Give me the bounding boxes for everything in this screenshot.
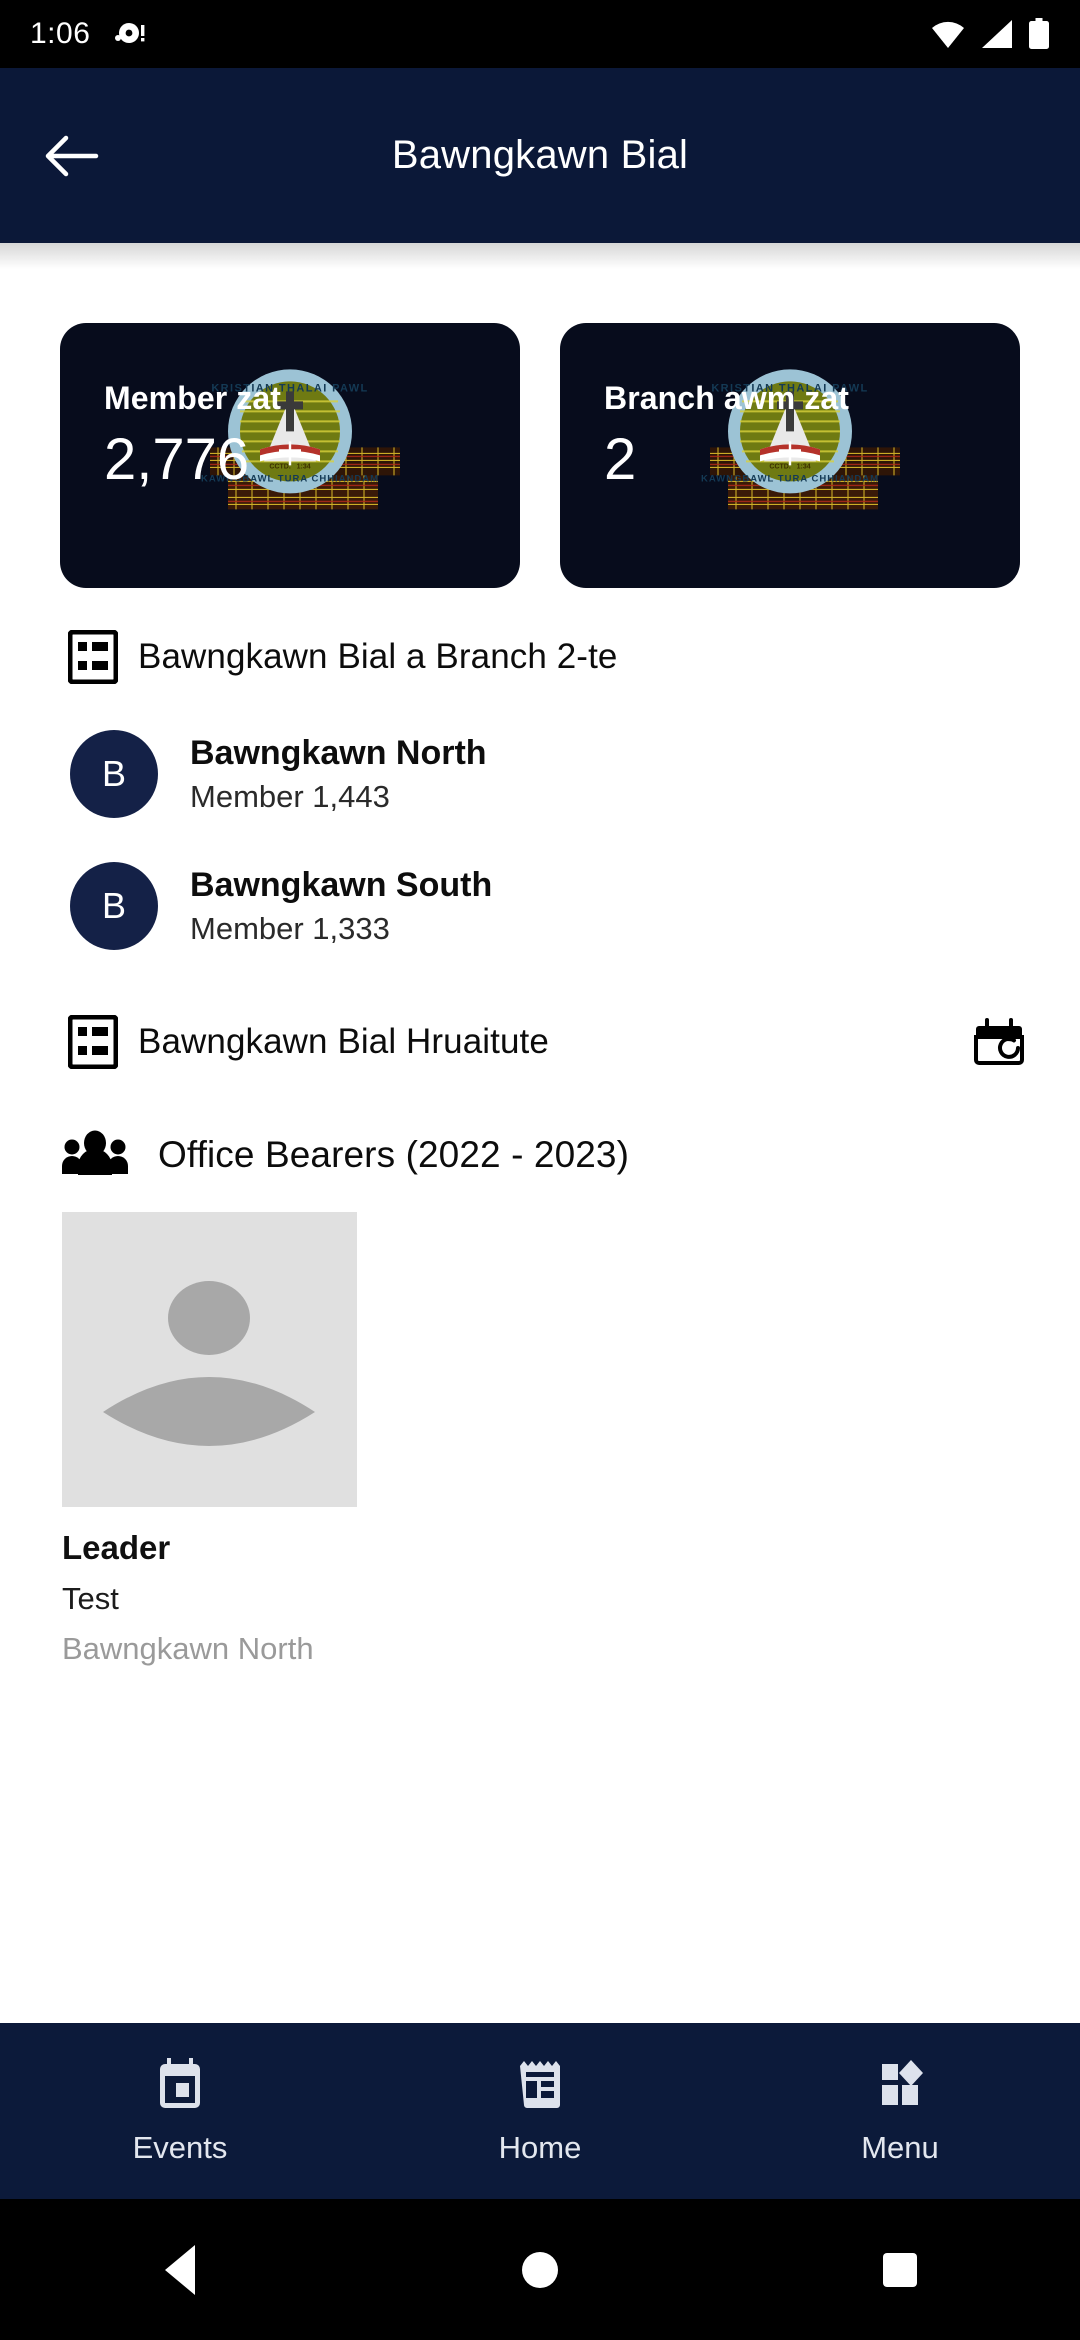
calendar-events-icon	[160, 2058, 200, 2108]
phone-screen: 1:06 Bawngkawn Bial KRISTIAN THALAI PAWL…	[0, 0, 1080, 2340]
cellular-signal-icon	[982, 20, 1012, 48]
bearer-name: Test	[62, 1581, 119, 1616]
dashboard-home-icon	[520, 2061, 560, 2108]
nav-item-events[interactable]: Events	[0, 2023, 360, 2199]
stat-label: Branch awm zat	[604, 380, 850, 416]
nav-label: Home	[498, 2130, 582, 2165]
content-scroll-area[interactable]: KRISTIAN THALAI PAWL KAWNGBAWL TURA CHHI…	[0, 243, 1080, 2023]
status-notification-icons	[112, 17, 146, 51]
circle-home-icon	[522, 2251, 558, 2288]
stat-card-member-count[interactable]: KRISTIAN THALAI PAWL KAWNGBAWL TURA CHHI…	[60, 323, 520, 588]
branch-section-header: Bawngkawn Bial a Branch 2-te	[0, 588, 1080, 684]
list-icon	[68, 630, 118, 684]
branch-member-count: Member 1,333	[190, 910, 390, 946]
office-bearers-header: Office Bearers (2022 - 2023)	[0, 1070, 1080, 1180]
nav-label: Menu	[861, 2130, 939, 2165]
back-button[interactable]	[36, 120, 108, 192]
apps-menu-icon	[882, 2060, 923, 2105]
stat-value: 2,776	[104, 427, 250, 493]
stat-card-row: KRISTIAN THALAI PAWL KAWNGBAWL TURA CHHI…	[0, 243, 1080, 588]
nav-item-menu[interactable]: Menu	[720, 2023, 1080, 2199]
leaders-section-header: Bawngkawn Bial Hruaitute	[0, 972, 1080, 1070]
branch-list: B Bawngkawn North Member 1,443 B Bawngka…	[0, 684, 1080, 972]
stat-label: Member zat	[104, 380, 282, 416]
status-system-icons	[930, 18, 1050, 50]
nav-item-home[interactable]: Home	[360, 2023, 720, 2199]
status-clock: 1:06	[30, 17, 91, 50]
android-recents-button[interactable]	[720, 2199, 1080, 2340]
avatar-initial: B	[101, 885, 126, 926]
branch-item-texts: Bawngkawn South Member 1,333	[190, 866, 492, 947]
android-home-button[interactable]	[360, 2199, 720, 2340]
list-item[interactable]: B Bawngkawn North Member 1,443	[0, 708, 1080, 840]
calendar-history-icon	[974, 1018, 1024, 1065]
people-group-icon	[62, 1130, 128, 1175]
bearer-photo	[62, 1212, 357, 1507]
avatar: B	[70, 862, 158, 950]
branch-name: Bawngkawn South	[190, 865, 493, 904]
office-bearer-card-row: Leader Test Bawngkawn North	[0, 1180, 1080, 1667]
triangle-back-icon	[165, 2244, 195, 2295]
avatar: B	[70, 730, 158, 818]
leaders-history-button[interactable]	[972, 1014, 1028, 1070]
avatar-initial: B	[101, 753, 126, 794]
app-bar: Bawngkawn Bial	[0, 68, 1080, 243]
bearer-branch: Bawngkawn North	[62, 1631, 314, 1666]
nav-label: Events	[132, 2130, 228, 2165]
stat-card-branch-count[interactable]: KRISTIAN THALAI PAWL KAWNGBAWL TURA CHHI…	[560, 323, 1020, 588]
person-placeholder-avatar-icon	[62, 1212, 357, 1507]
list-icon	[68, 1015, 118, 1069]
leaders-section-title: Bawngkawn Bial Hruaitute	[138, 1022, 549, 1061]
branch-section-title: Bawngkawn Bial a Branch 2-te	[138, 637, 618, 676]
branch-name: Bawngkawn North	[190, 733, 487, 772]
office-bearer-card[interactable]: Leader Test Bawngkawn North	[62, 1212, 357, 1667]
bottom-navigation-bar: Events Home Menu	[0, 2023, 1080, 2199]
android-system-nav	[0, 2199, 1080, 2340]
office-bearers-title: Office Bearers (2022 - 2023)	[158, 1134, 630, 1175]
battery-icon	[1029, 18, 1049, 49]
stat-value: 2	[604, 427, 637, 493]
status-bar: 1:06	[0, 0, 1080, 68]
wifi-icon	[932, 21, 964, 48]
branch-member-count: Member 1,443	[190, 778, 390, 814]
arrow-left-icon	[45, 135, 99, 176]
bearer-role: Leader	[62, 1529, 171, 1566]
branch-item-texts: Bawngkawn North Member 1,443	[190, 734, 487, 815]
android-back-button[interactable]	[0, 2199, 360, 2340]
notification-dot-icon	[115, 23, 145, 43]
square-recents-icon	[883, 2252, 917, 2287]
page-title: Bawngkawn Bial	[391, 133, 689, 177]
list-item[interactable]: B Bawngkawn South Member 1,333	[0, 840, 1080, 972]
